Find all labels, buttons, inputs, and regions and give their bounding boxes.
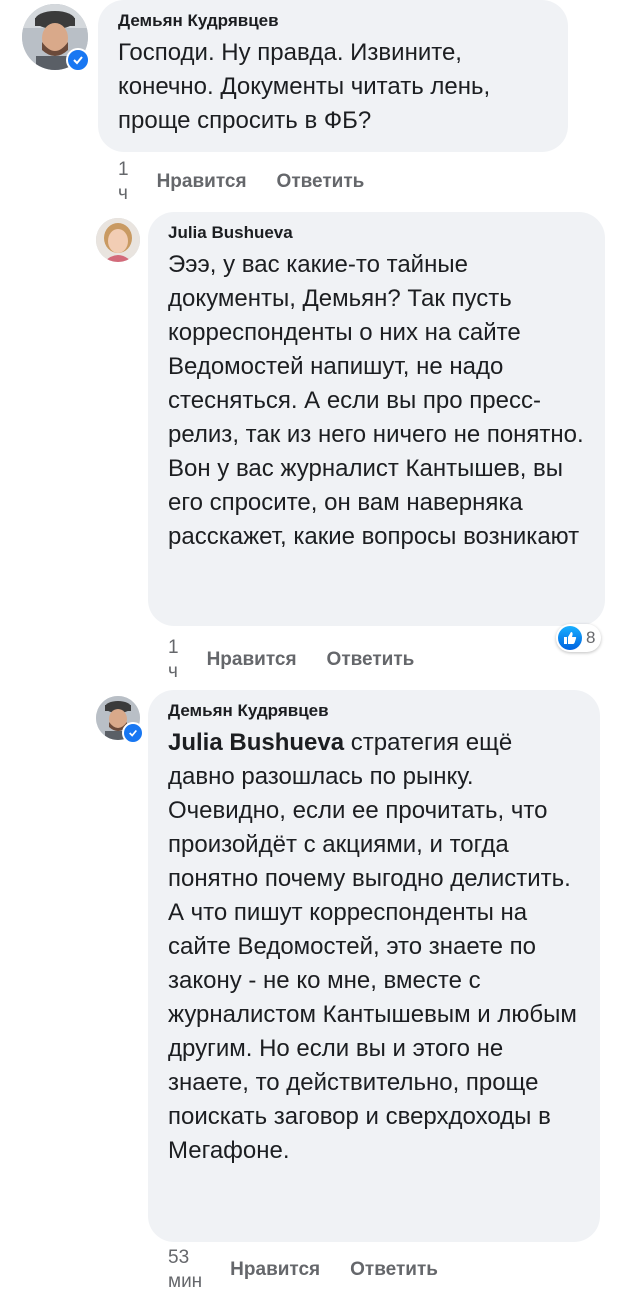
comment-bubble: Julia Bushueva Эээ, у вас какие-то тайны… — [148, 212, 605, 626]
verified-badge-icon — [66, 48, 90, 72]
like-button[interactable]: Нравится — [157, 170, 247, 194]
reply-button[interactable]: Ответить — [350, 1258, 438, 1282]
comment-meta: 53 мин Нравится Ответить — [168, 1246, 468, 1294]
comment-time[interactable]: 53 мин — [168, 1246, 202, 1294]
comment-author[interactable]: Демьян Кудрявцев — [118, 10, 548, 32]
like-button[interactable]: Нравится — [207, 648, 297, 672]
comment-time[interactable]: 1 ч — [168, 636, 179, 684]
avatar[interactable] — [96, 218, 140, 262]
verified-badge-icon — [122, 722, 144, 744]
comment-author[interactable]: Демьян Кудрявцев — [168, 700, 580, 722]
comment-text: Эээ, у вас какие-то тайные документы, Де… — [168, 251, 584, 550]
reaction-count[interactable]: 8 — [556, 624, 602, 652]
reaction-count-label: 8 — [586, 628, 596, 647]
reply-button[interactable]: Ответить — [277, 170, 365, 194]
comment-meta: 1 ч Нравится Ответить — [118, 158, 394, 206]
comment-meta: 1 ч Нравится Ответить — [168, 636, 444, 684]
comment-author[interactable]: Julia Bushueva — [168, 222, 585, 244]
comment-bubble: Демьян Кудрявцев Julia Bushueva стратеги… — [148, 690, 600, 1242]
mention-link[interactable]: Julia Bushueva — [168, 729, 344, 756]
like-button[interactable]: Нравится — [230, 1258, 320, 1282]
thumbs-up-icon — [558, 626, 582, 650]
comment-bubble: Демьян Кудрявцев Господи. Ну правда. Изв… — [98, 0, 568, 152]
comment-text: Julia Bushueva стратегия ещё давно разош… — [168, 726, 580, 1168]
reply-button[interactable]: Ответить — [327, 648, 415, 672]
comment-body: стратегия ещё давно разошлась по рынку. … — [168, 729, 577, 1164]
comment-time[interactable]: 1 ч — [118, 158, 129, 206]
comment-text: Господи. Ну правда. Извините, конечно. Д… — [118, 39, 491, 134]
